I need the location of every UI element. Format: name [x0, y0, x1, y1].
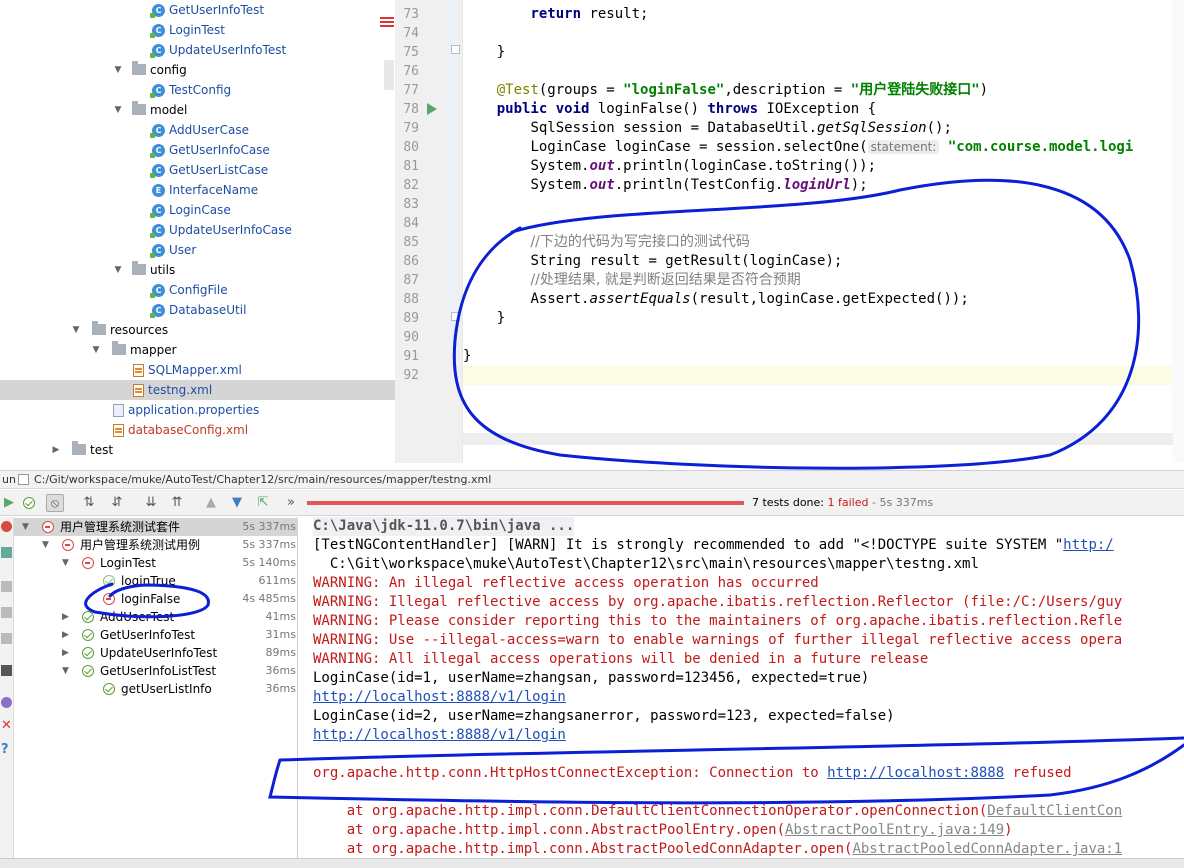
hand-drawn-annotations [84, 178, 1184, 805]
annotation-circle-loginfalse [84, 582, 210, 619]
annotation-box-exception [268, 736, 1184, 805]
annotation-ellipse-code [452, 178, 1141, 470]
